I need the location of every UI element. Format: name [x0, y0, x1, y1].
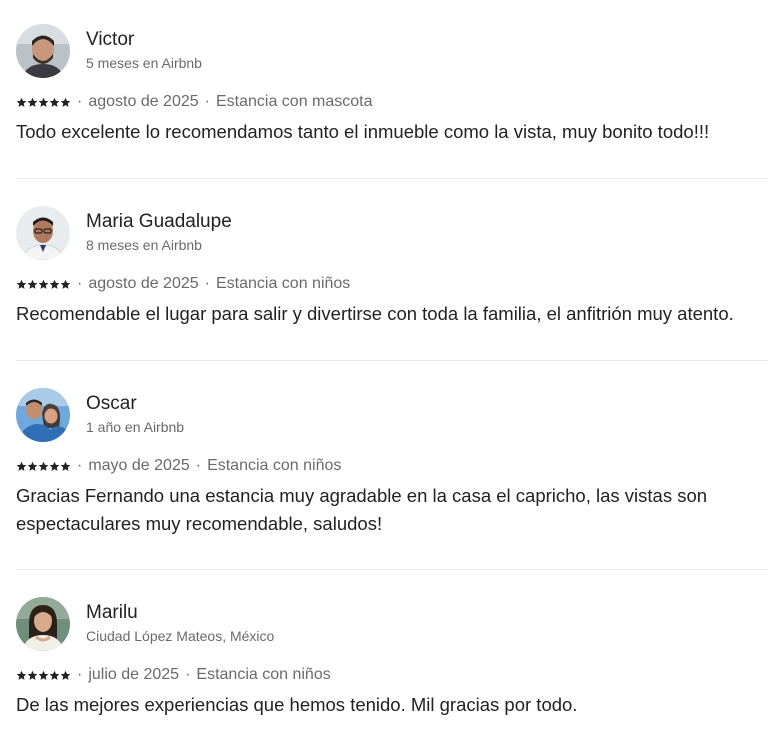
reviewer-avatar[interactable] [16, 206, 70, 260]
separator-dot: · [185, 666, 191, 683]
star-rating [16, 461, 71, 472]
review-card: Maria Guadalupe 8 meses en Airbnb · agos… [16, 206, 768, 324]
reviewer-avatar[interactable] [16, 388, 70, 442]
reviewer-tenure: 1 año en Airbnb [86, 419, 185, 435]
separator-dot: · [204, 93, 210, 110]
avatar-icon [16, 24, 70, 78]
review-date: agosto de 2025 [88, 93, 199, 110]
reviewer-tenure: 5 meses en Airbnb [86, 55, 202, 71]
review-text: Gracias Fernando una estancia muy agrada… [16, 485, 708, 534]
star-rating [16, 670, 71, 681]
star-icon [49, 279, 60, 289]
star-icon [38, 670, 49, 680]
review-card: Oscar 1 año en Airbnb · mayo de 2025 · E… [16, 388, 768, 534]
review-card: Marilu Ciudad López Mateos, México · jul… [16, 597, 768, 715]
star-icon [16, 461, 27, 471]
separator-dot: · [77, 457, 83, 474]
star-icon [49, 97, 60, 107]
review-header: Marilu Ciudad López Mateos, México [16, 597, 768, 651]
star-icon [16, 97, 27, 107]
reviewer-location: Ciudad López Mateos, México [86, 628, 275, 644]
review-date: agosto de 2025 [88, 275, 199, 292]
review-text: Todo excelente lo recomendamos tanto el … [16, 121, 710, 142]
reviewer-avatar[interactable] [16, 597, 70, 651]
stay-type: Estancia con niños [207, 457, 342, 474]
review-date: mayo de 2025 [88, 457, 190, 474]
reviewer-name[interactable]: Maria Guadalupe [86, 211, 232, 233]
star-icon [16, 670, 27, 680]
review-text: De las mejores experiencias que hemos te… [16, 694, 578, 715]
separator-dot: · [77, 93, 83, 110]
reviewer-name[interactable]: Oscar [86, 393, 137, 415]
review-header: Victor 5 meses en Airbnb [16, 24, 768, 78]
star-icon [60, 461, 71, 471]
star-icon [27, 97, 38, 107]
review-header: Maria Guadalupe 8 meses en Airbnb [16, 206, 768, 260]
star-icon [49, 461, 60, 471]
stay-type: Estancia con niños [215, 275, 351, 292]
reviewer-name[interactable]: Marilu [86, 602, 138, 624]
divider [16, 569, 768, 570]
avatar-icon [16, 206, 70, 260]
separator-dot: · [195, 457, 202, 474]
avatar-icon [16, 388, 70, 442]
review-header: Oscar 1 año en Airbnb [16, 388, 768, 442]
reviewer-tenure: 8 meses en Airbnb [86, 237, 202, 253]
divider [16, 360, 768, 361]
separator-dot: · [77, 666, 83, 683]
review-meta-row: · julio de 2025 · Estancia con niños [16, 665, 331, 685]
star-icon [27, 461, 38, 471]
review-meta-row: · agosto de 2025 · Estancia con niños [16, 274, 350, 294]
star-icon [60, 279, 71, 289]
reviewer-avatar[interactable] [16, 24, 70, 78]
reviewer-name[interactable]: Victor [86, 29, 134, 51]
review-meta-row: · agosto de 2025 · Estancia con mascota [16, 92, 373, 112]
separator-dot: · [204, 275, 210, 292]
review-text: Recomendable el lugar para salir y diver… [16, 303, 734, 324]
star-icon [49, 670, 60, 680]
star-icon [16, 279, 27, 289]
review-card: Victor 5 meses en Airbnb · agosto de 202… [16, 24, 768, 142]
star-icon [60, 97, 71, 107]
review-date: julio de 2025 [88, 666, 180, 683]
star-icon [38, 279, 49, 289]
star-rating [16, 279, 71, 290]
star-rating [16, 97, 71, 108]
star-icon [38, 461, 49, 471]
review-meta-row: · mayo de 2025 · Estancia con niños [16, 456, 341, 476]
star-icon [38, 97, 49, 107]
separator-dot: · [77, 275, 83, 292]
stay-type: Estancia con mascota [215, 93, 373, 110]
stay-type: Estancia con niños [196, 666, 331, 683]
star-icon [27, 670, 38, 680]
star-icon [60, 670, 71, 680]
avatar-icon [16, 597, 70, 651]
divider [16, 178, 768, 179]
star-icon [27, 279, 38, 289]
